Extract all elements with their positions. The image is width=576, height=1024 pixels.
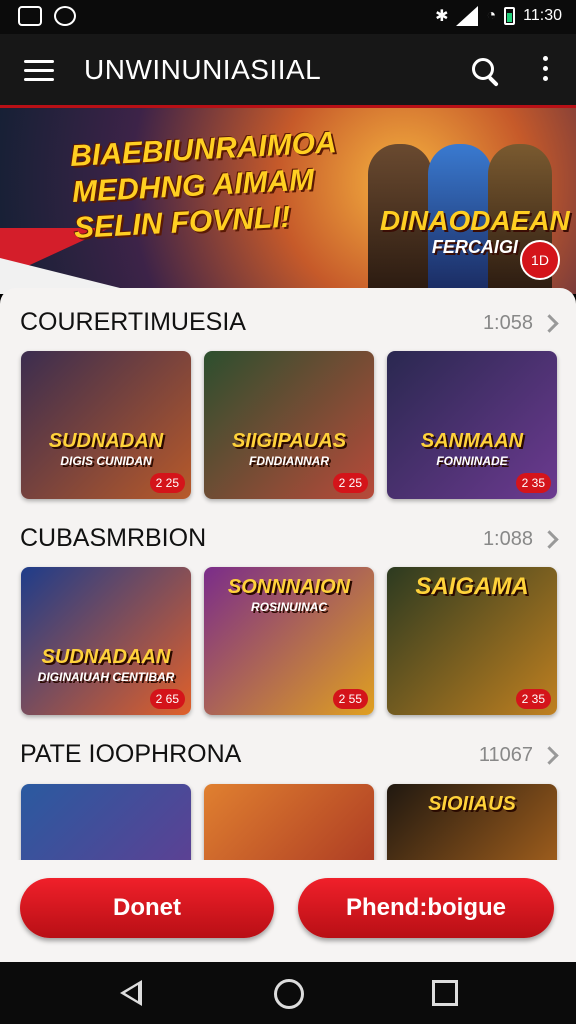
banner-headline: BIAEBIUNRAIMOA MEDHNG AIMAM SELIN FOVNLI…: [69, 125, 341, 247]
bluetooth-icon: ✱: [435, 8, 449, 25]
home-icon[interactable]: [274, 979, 304, 1009]
section-see-all[interactable]: 1:058: [482, 312, 559, 335]
app-title: UNWINUNIASIIAL: [84, 54, 322, 85]
game-card-tag: 2 35: [515, 689, 551, 709]
game-card[interactable]: SIOIIAUS: [387, 784, 557, 860]
game-card-subtitle: FDNDIANNAR: [249, 454, 329, 468]
game-card-title: SAIGAMA: [415, 573, 529, 600]
game-card-tag: 2 25: [149, 473, 185, 493]
chevron-right-icon: [540, 746, 559, 765]
section-meta: 11067: [478, 744, 533, 766]
banner-game-title: DINAODAEAN: [380, 205, 570, 236]
search-icon[interactable]: [470, 56, 500, 87]
section-see-all[interactable]: 1:088: [482, 528, 559, 551]
section-title: PATE IOOPHRONA: [20, 740, 242, 768]
game-card[interactable]: [21, 784, 191, 860]
section-see-all[interactable]: 11067: [478, 744, 559, 767]
section-title: COURERTIMUESIA: [20, 308, 246, 336]
menu-icon[interactable]: [24, 60, 54, 82]
shield-icon: [54, 6, 76, 26]
chevron-right-icon: [540, 314, 559, 333]
game-card[interactable]: SAIGAMA 2 35: [387, 567, 557, 715]
phend-boigue-button[interactable]: Phend:boigue: [298, 878, 554, 938]
game-card-tag: 2 35: [515, 473, 551, 493]
game-card-title: SIOIIAUS: [428, 793, 516, 815]
game-card-tag: 2 55: [332, 689, 368, 709]
app-bar: UNWINUNIASIIAL: [0, 34, 576, 108]
promo-banner[interactable]: BIAEBIUNRAIMOA MEDHNG AIMAM SELIN FOVNLI…: [0, 108, 576, 294]
section-meta: 1:088: [482, 528, 533, 550]
game-card-subtitle: ROSINUINAC: [250, 600, 327, 614]
game-card[interactable]: SIIGIPAUAS FDNDIANNAR 2 25: [204, 351, 374, 499]
game-card-subtitle: FONNINADE: [436, 454, 508, 468]
game-card-title: SUDNADAAN: [41, 646, 171, 668]
section-title: CUBASMRBION: [20, 524, 207, 552]
chevron-right-icon: [540, 530, 559, 549]
signal-icon: [456, 6, 479, 26]
more-vert-icon[interactable]: [540, 56, 550, 86]
battery-icon: [504, 7, 516, 25]
game-card[interactable]: SUDNADAAN DIGINAIUAH CENTIBAR 2 65: [21, 567, 191, 715]
game-card-title: SANMAAN: [420, 430, 524, 452]
banner-badge: 1D: [520, 240, 560, 280]
donet-button[interactable]: Donet: [20, 878, 274, 938]
game-card[interactable]: SANMAAN FONNINADE 2 35: [387, 351, 557, 499]
gallery-icon: [18, 6, 42, 26]
system-nav-bar: [0, 962, 576, 1024]
bottom-action-bar: Donet Phend:boigue: [0, 860, 576, 962]
wifi-icon: ◔: [486, 7, 497, 24]
game-card-subtitle: DIGINAIUAH CENTIBAR: [37, 670, 175, 684]
status-bar: ✱ ◔ 11:30: [0, 0, 576, 34]
back-icon[interactable]: [120, 980, 142, 1006]
section-meta: 1:058: [482, 312, 533, 334]
game-card-tag: 2 65: [149, 689, 185, 709]
recents-icon[interactable]: [432, 980, 458, 1006]
game-card-title: SUDNADAN: [48, 430, 164, 452]
game-card-tag: 2 25: [332, 473, 368, 493]
game-card[interactable]: [204, 784, 374, 860]
status-time: 11:30: [523, 7, 562, 24]
content-panel: COURERTIMUESIA 1:058 SUDNADAN DIGIS CUNID…: [0, 288, 576, 860]
game-card-title: SONNNAION: [227, 576, 351, 598]
game-card-subtitle: DIGIS CUNIDAN: [60, 454, 152, 468]
game-card[interactable]: SONNNAION ROSINUINAC 2 55: [204, 567, 374, 715]
game-card[interactable]: SUDNADAN DIGIS CUNIDAN 2 25: [21, 351, 191, 499]
game-card-title: SIIGIPAUAS: [231, 430, 347, 452]
